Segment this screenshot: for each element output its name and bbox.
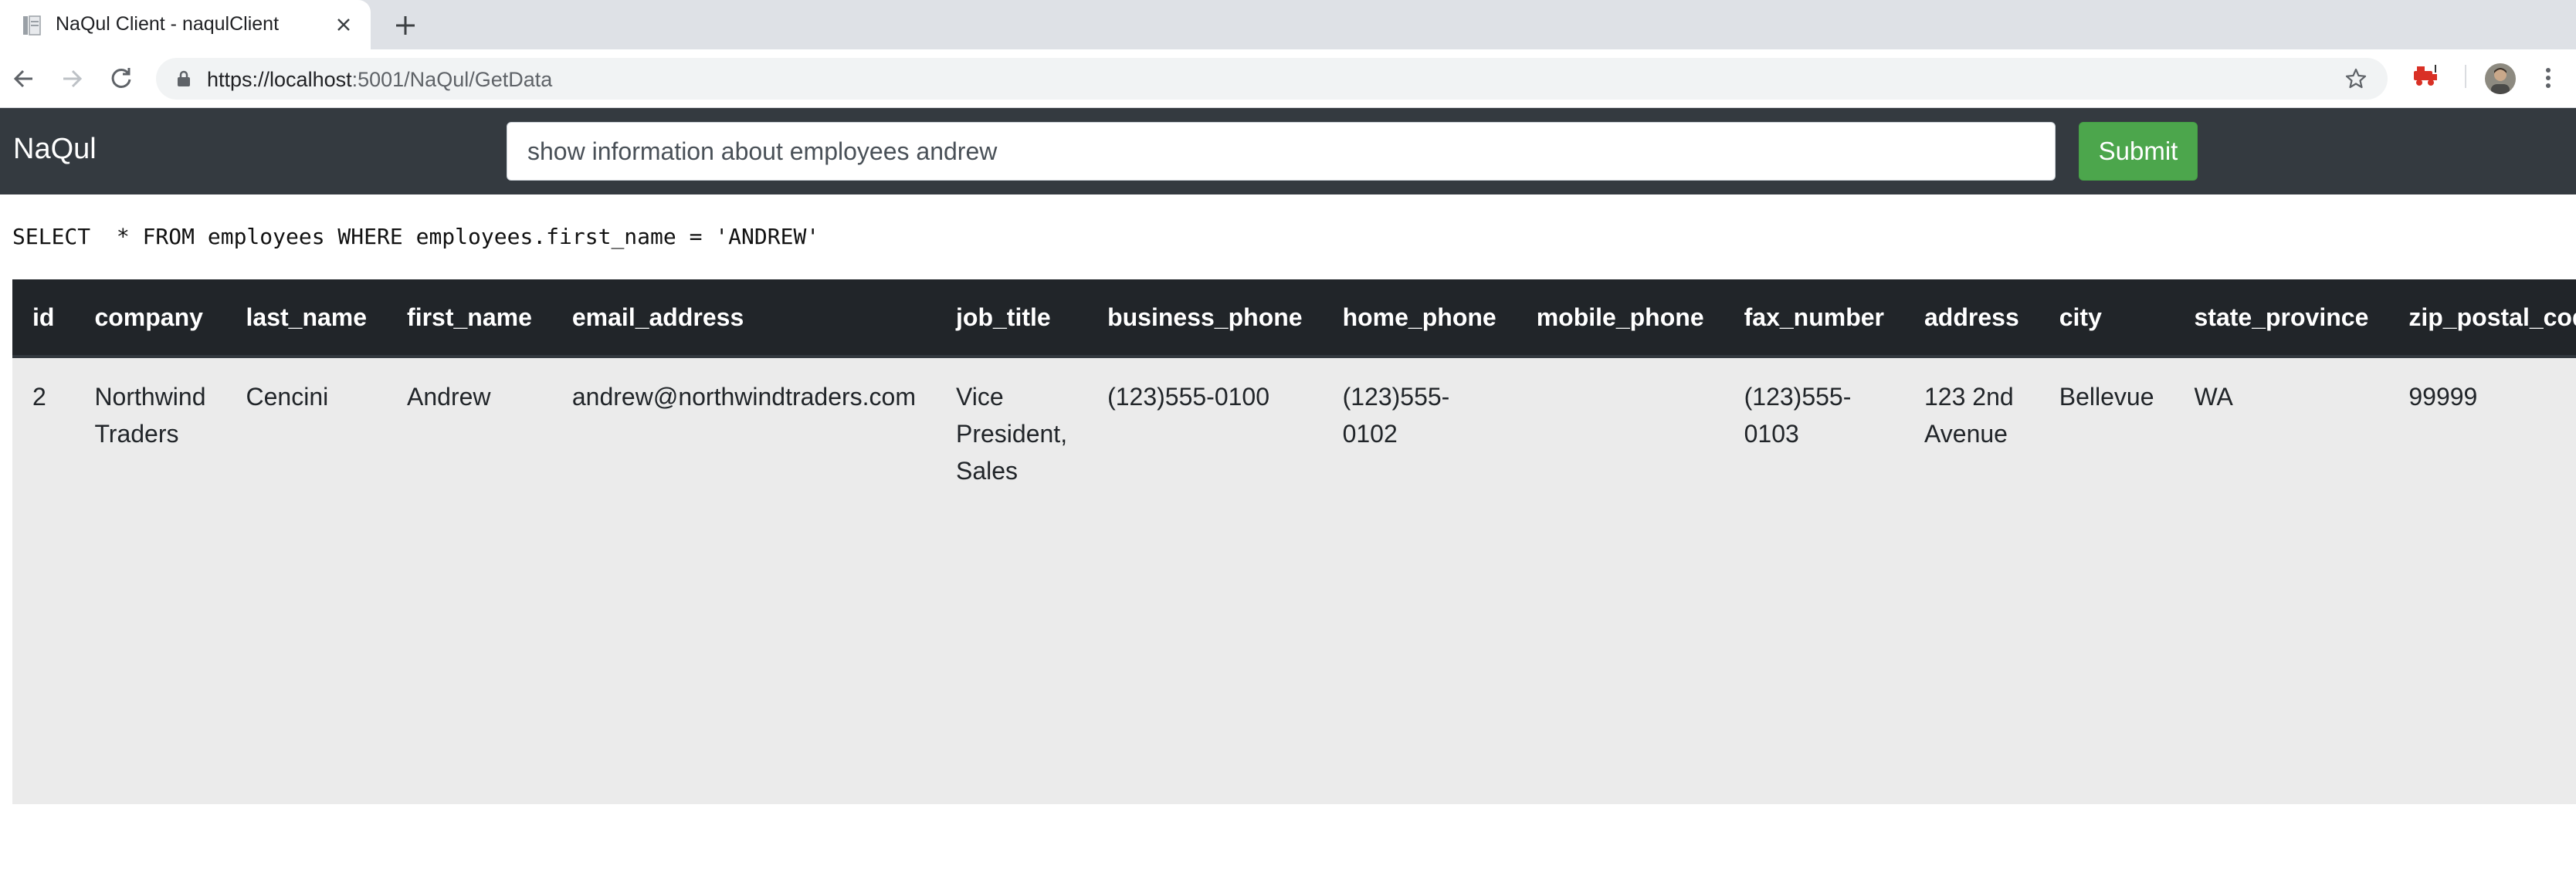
table-cell: 99999 [2408,383,2478,411]
page-icon [23,15,41,36]
submit-button[interactable]: Submit [2079,122,2198,181]
star-icon[interactable] [2344,67,2368,90]
table-cell: (123)555-0102 [1342,383,1450,448]
column-header: fax_number [1724,279,1904,358]
url-host: https://localhost [207,68,352,91]
table-cell: WA [2194,383,2233,411]
results-table: id company last_name first_name email_ad… [12,279,2576,489]
browser-tab[interactable]: NaQul Client - naqulClient [0,0,371,49]
reload-icon[interactable] [107,64,136,93]
table-cell: Cencini [246,383,329,411]
app-navbar: NaQul Submit [0,108,2576,194]
tab-title: NaQul Client - naqulClient [56,13,280,35]
table-cell: Bellevue [2059,383,2154,411]
avatar[interactable] [2485,63,2516,94]
table-cell: Vice President, Sales [956,383,1068,485]
column-header: city [2039,279,2174,358]
column-header: job_title [936,279,1088,358]
table-row: 2 Northwind Traders Cencini Andrew andre… [12,357,2576,489]
lock-icon [178,70,190,86]
table-cell: (123)555-0100 [1107,383,1270,411]
extension-icon[interactable] [2412,62,2440,88]
column-header: email_address [551,279,936,358]
table-cell: 123 2nd Avenue [1924,383,2014,448]
table-cell: Northwind Traders [94,383,206,448]
address-bar[interactable]: https://localhost:5001/NaQul/GetData [156,58,2388,100]
url-path: :5001/NaQul/GetData [351,68,553,91]
arrow-right-icon[interactable] [57,64,86,93]
column-header: business_phone [1087,279,1323,358]
browser-tab-strip: NaQul Client - naqulClient [0,0,2576,49]
table-cell: andrew@northwindtraders.com [571,383,916,411]
brand-logo-text[interactable]: NaQul [13,133,97,166]
profile-photo-icon [2485,63,2516,94]
browser-toolbar: https://localhost:5001/NaQul/GetData [0,49,2576,108]
url-text: https://localhost:5001/NaQul/GetData [207,68,552,92]
generated-sql: SELECT * FROM employees WHERE employees.… [12,224,820,249]
column-header: id [12,279,75,358]
arrow-left-icon[interactable] [9,64,39,93]
close-icon[interactable] [334,15,354,35]
column-header: address [1904,279,2039,358]
column-header: state_province [2174,279,2389,358]
results-panel: id company last_name first_name email_ad… [12,279,2576,804]
plus-icon[interactable] [392,12,419,39]
column-header: home_phone [1322,279,1517,358]
column-header: company [74,279,226,358]
table-cell: 2 [32,383,46,411]
table-cell: (123)555-0103 [1744,383,1852,448]
query-input[interactable] [507,122,2056,181]
table-header-row: id company last_name first_name email_ad… [12,279,2576,358]
table-cell [1517,357,1724,489]
column-header: first_name [387,279,552,358]
vertical-dots-icon[interactable] [2540,65,2556,91]
table-cell: Andrew [407,383,491,411]
column-header: mobile_phone [1516,279,1724,358]
column-header: last_name [225,279,388,358]
column-header: zip_postal_code [2388,279,2576,358]
toolbar-divider [2465,65,2466,88]
